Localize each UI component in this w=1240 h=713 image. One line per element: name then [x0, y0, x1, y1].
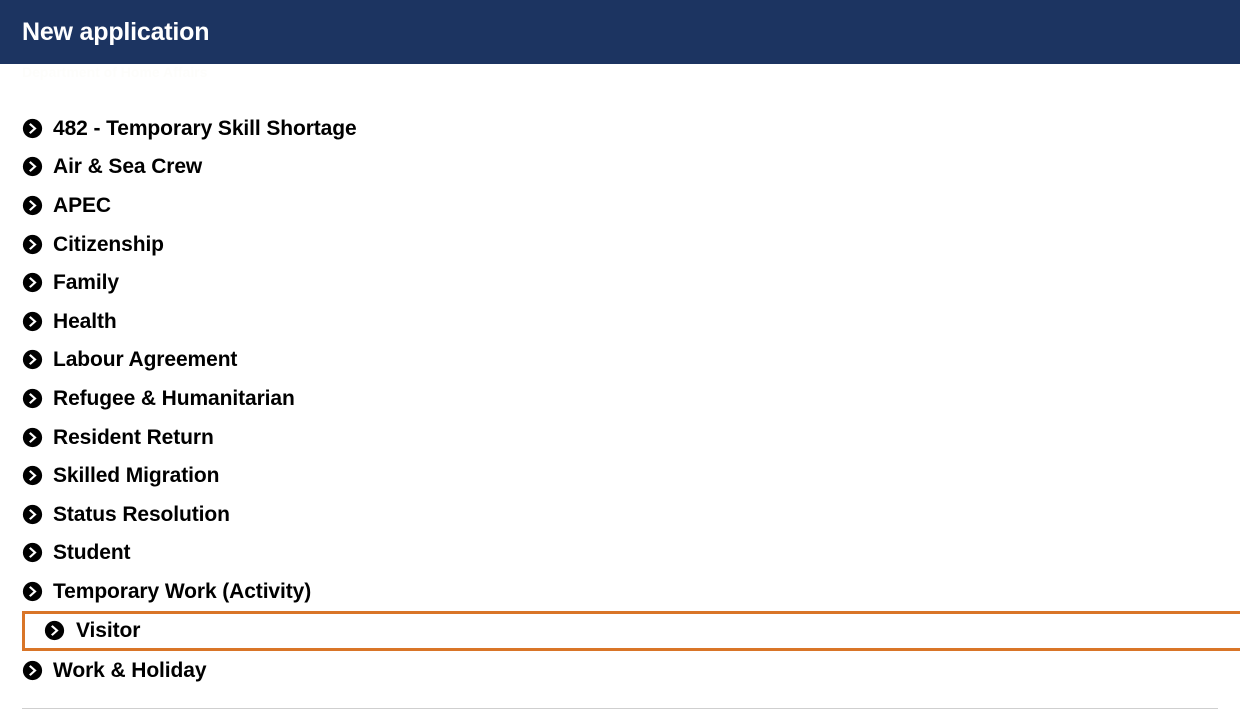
page-title: New application [22, 17, 210, 46]
main-content: 482 - Temporary Skill Shortage Air & Sea … [0, 64, 1240, 689]
application-category-list: 482 - Temporary Skill Shortage Air & Sea … [0, 109, 1240, 689]
category-item-work-holiday[interactable]: Work & Holiday [0, 651, 1240, 690]
category-item-citizenship[interactable]: Citizenship [0, 225, 1240, 264]
chevron-right-circle-icon [22, 311, 43, 331]
chevron-right-circle-icon [22, 388, 43, 409]
app-header: New application [0, 0, 1240, 64]
category-item-student[interactable]: Student [0, 534, 1240, 573]
category-item-temporary-work-activity[interactable]: Temporary Work (Activity) [0, 572, 1240, 611]
chevron-right-circle-icon [22, 234, 43, 254]
category-item-label: Labour Agreement [53, 348, 238, 372]
category-item-label: Resident Return [53, 425, 214, 449]
chevron-right-circle-icon [22, 543, 43, 563]
category-item-refugee-humanitarian[interactable]: Refugee & Humanitarian [0, 379, 1240, 418]
chevron-right-circle-icon [22, 118, 43, 138]
category-item-482-temporary-skill-shortage[interactable]: 482 - Temporary Skill Shortage [0, 109, 1240, 148]
category-item-resident-return[interactable]: Resident Return [0, 418, 1240, 457]
chevron-right-circle-icon [22, 660, 43, 680]
category-item-label: APEC [53, 193, 111, 217]
chevron-right-circle-icon [22, 466, 43, 486]
category-item-label: 482 - Temporary Skill Shortage [53, 116, 357, 140]
chevron-right-circle-icon [22, 427, 43, 447]
category-item-apec[interactable]: APEC [0, 186, 1240, 225]
category-item-family[interactable]: Family [0, 263, 1240, 302]
category-item-label: Temporary Work (Activity) [53, 579, 312, 603]
chevron-right-circle-icon [22, 157, 43, 177]
category-item-label: Family [53, 271, 119, 295]
category-item-label: Student [53, 541, 131, 565]
chevron-right-circle-icon [44, 621, 65, 641]
chevron-right-circle-icon [22, 581, 43, 602]
chevron-right-circle-icon [22, 195, 43, 216]
category-item-label: Status Resolution [53, 502, 230, 526]
category-item-skilled-migration[interactable]: Skilled Migration [0, 456, 1240, 495]
category-item-label: Citizenship [53, 232, 164, 256]
chevron-right-circle-icon [22, 350, 43, 370]
category-item-label: Refugee & Humanitarian [53, 386, 295, 410]
category-item-health[interactable]: Health [0, 302, 1240, 341]
footer-divider [22, 708, 1218, 709]
category-item-label: Air & Sea Crew [53, 155, 203, 179]
category-item-label: Skilled Migration [53, 464, 220, 488]
category-item-label: Work & Holiday [53, 658, 207, 682]
category-item-visitor[interactable]: Visitor [22, 610, 1240, 651]
category-item-status-resolution[interactable]: Status Resolution [0, 495, 1240, 534]
category-item-label: Visitor [76, 619, 141, 643]
category-item-labour-agreement[interactable]: Labour Agreement [0, 341, 1240, 380]
category-item-air-sea-crew[interactable]: Air & Sea Crew [0, 148, 1240, 187]
chevron-right-circle-icon [22, 504, 43, 524]
chevron-right-circle-icon [22, 273, 43, 293]
category-item-label: Health [53, 309, 117, 333]
